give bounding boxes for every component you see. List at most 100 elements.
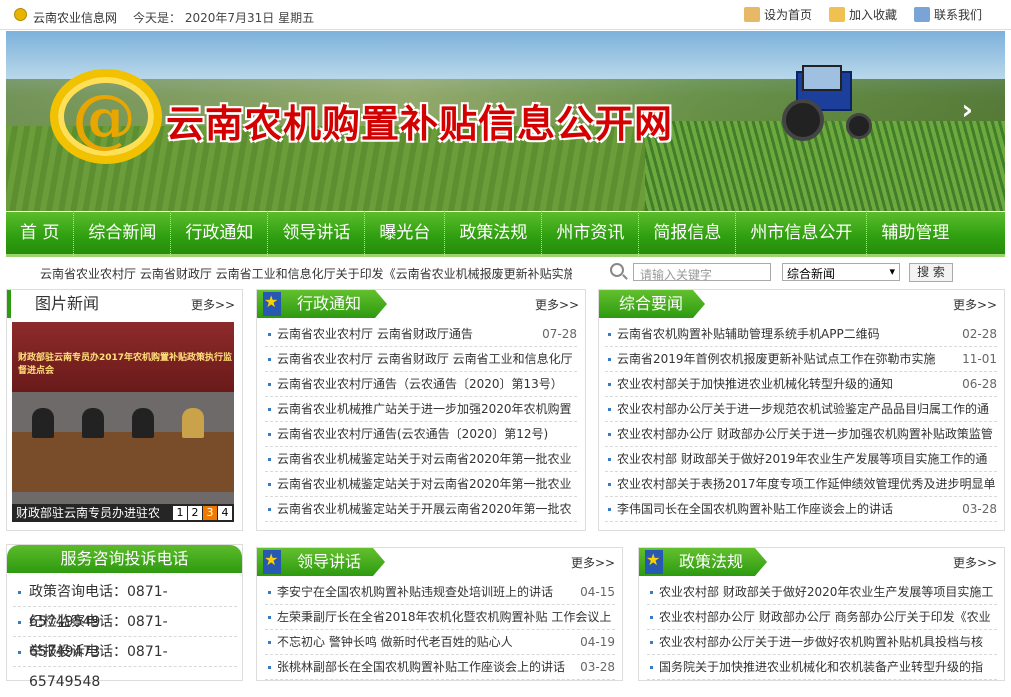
list-item[interactable]: 云南省2019年首例农机报废更新补贴试点工作在弥勒市实施 11-01 — [605, 347, 997, 372]
nav-exposure[interactable]: 曝光台 — [365, 210, 446, 256]
list-item[interactable]: 农业农村部 财政部关于做好2019年农业生产发展等项目实施工作的通 — [605, 447, 997, 472]
list-item[interactable]: 不忘初心 警钟长鸣 做新时代老百姓的贴心人 04-19 — [265, 630, 615, 655]
list-item-title[interactable]: 国务院关于加快推进农业机械化和农机装备产业转型升级的指 — [659, 660, 983, 674]
photo-page-4[interactable]: 4 — [218, 506, 232, 520]
list-item[interactable]: 云南省农机购置补贴辅助管理系统手机APP二维码 02-28 — [605, 322, 997, 347]
news-ticker[interactable]: 云南省农业农村厅 云南省财政厅 云南省工业和信息化厅关于印发《云南省农业机械报废… — [40, 265, 572, 282]
list-item-title[interactable]: 农业农村部办公厅关于进一步做好农机购置补贴机具投档与核 — [659, 635, 983, 649]
leader-speech-more-link[interactable]: 更多>> — [571, 554, 615, 571]
banner-next-icon[interactable]: › — [961, 93, 973, 126]
star-badge-icon — [263, 550, 281, 574]
list-item-date: 03-28 — [958, 497, 997, 521]
list-item[interactable]: 云南省农业农村厅通告(云农通告〔2020〕第12号) — [265, 422, 577, 447]
search-input[interactable]: 请输入关键字 — [633, 263, 771, 282]
list-item[interactable]: 农业农村部办公厅 财政部办公厅关于进一步加强农机购置补贴政策监管 — [605, 422, 997, 447]
contact-icon — [914, 7, 930, 22]
photo-news-image[interactable]: 财政部驻云南专员办2017年农机购置补贴政策执行监督进点会 财政部驻云南专员办进… — [12, 322, 234, 522]
list-item-title[interactable]: 李安宁在全国农机购置补贴违规查处培训班上的讲话 — [277, 585, 553, 599]
list-item-title[interactable]: 农业农村部办公厅 财政部办公厅关于进一步加强农机购置补贴政策监管 — [617, 427, 993, 441]
list-item-title[interactable]: 云南省农业机械推广站关于进一步加强2020年农机购置 — [277, 402, 572, 416]
list-item-title[interactable]: 云南省农业农村厅通告(云农通告〔2020〕第12号) — [277, 427, 548, 441]
nav-policy[interactable]: 政策法规 — [445, 210, 543, 256]
policy-more-link[interactable]: 更多>> — [953, 554, 997, 571]
general-news-panel: 综合要闻 更多>> 云南省农机购置补贴辅助管理系统手机APP二维码 02-28 云南… — [598, 289, 1005, 531]
nav-admin-notice[interactable]: 行政通知 — [171, 210, 269, 256]
service-panel: 服务咨询投诉电话 政策咨询电话：0871-65749549 纪检监察电话：087… — [6, 544, 243, 690]
policy-consult-phone: 政策咨询电话：0871-65749549 — [13, 577, 237, 630]
list-item-title[interactable]: 农业农村部 财政部关于做好2020年农业生产发展等项目实施工 — [659, 585, 993, 599]
nav-prefecture-disclosure[interactable]: 州市信息公开 — [736, 210, 868, 256]
list-item[interactable]: 农业农村部关于加快推进农业机械化转型升级的通知 06-28 — [605, 372, 997, 397]
list-item-date: 03-28 — [576, 655, 615, 679]
general-news-list: 云南省农机购置补贴辅助管理系统手机APP二维码 02-28 云南省2019年首例农机… — [605, 322, 997, 522]
list-item-title[interactable]: 不忘初心 警钟长鸣 做新时代老百姓的贴心人 — [277, 635, 513, 649]
list-item[interactable]: 云南省农业机械鉴定站关于对云南省2020年第一批农业 — [265, 472, 577, 497]
nav-prefecture-news[interactable]: 州市资讯 — [542, 210, 640, 256]
admin-notice-panel: 行政通知 更多>> 云南省农业农村厅 云南省财政厅通告07-28云南省农业农村厅… — [256, 289, 586, 531]
leader-speech-panel: 领导讲话 更多>> 李安宁在全国农机购置补贴违规查处培训班上的讲话 04-15 左荣… — [256, 547, 623, 681]
photo-page-2[interactable]: 2 — [188, 506, 202, 520]
list-item-title[interactable]: 农业农村部关于表扬2017年度专项工作延伸绩效管理优秀及进步明显单 — [617, 477, 996, 491]
list-item-title[interactable]: 云南省农业机械鉴定站关于开展云南省2020年第一批农 — [277, 502, 572, 516]
list-item-title[interactable]: 农业农村部办公厅关于进一步规范农机试验鉴定产品品目归属工作的通 — [617, 402, 989, 416]
list-item[interactable]: 云南省农业农村厅 云南省财政厅通告 07-28 — [265, 322, 577, 347]
list-item-title[interactable]: 云南省2019年首例农机报废更新补贴试点工作在弥勒市实施 — [617, 352, 936, 366]
general-news-more-link[interactable]: 更多>> — [953, 296, 997, 313]
list-item[interactable]: 农业农村部关于表扬2017年度专项工作延伸绩效管理优秀及进步明显单 — [605, 472, 997, 497]
list-item[interactable]: 国务院关于加快推进农业机械化和农机装备产业转型升级的指 — [647, 655, 997, 680]
nav-general-news[interactable]: 综合新闻 — [74, 210, 172, 256]
photo-page-3[interactable]: 3 — [203, 506, 217, 520]
admin-notice-more-link[interactable]: 更多>> — [535, 296, 579, 313]
set-homepage-link[interactable]: 设为首页 — [744, 6, 812, 23]
list-item[interactable]: 李安宁在全国农机购置补贴违规查处培训班上的讲话 04-15 — [265, 580, 615, 605]
star-badge-icon — [263, 292, 281, 316]
list-item-date: 06-28 — [958, 372, 997, 396]
list-item[interactable]: 农业农村部办公厅关于进一步规范农机试验鉴定产品品目归属工作的通 — [605, 397, 997, 422]
list-item-title[interactable]: 张桃林副部长在全国农机购置补贴工作座谈会上的讲话 — [277, 660, 565, 674]
list-item-title[interactable]: 云南省农业农村厅通告（云农通告〔2020〕第13号） — [277, 377, 563, 391]
site-logo-icon — [14, 8, 27, 21]
policy-panel: 政策法规 更多>> 农业农村部 财政部关于做好2020年农业生产发展等项目实施工… — [638, 547, 1005, 681]
list-item[interactable]: 张桃林副部长在全国农机购置补贴工作座谈会上的讲话 03-28 — [265, 655, 615, 680]
list-item-date: 11-01 — [958, 347, 997, 371]
general-news-title-text: 综合要闻 — [619, 294, 684, 313]
photo-page-1[interactable]: 1 — [173, 506, 187, 520]
photo-pager: 1 2 3 4 — [172, 506, 232, 520]
search-category-select[interactable]: 综合新闻 — [782, 263, 900, 281]
list-item-title[interactable]: 云南省农业机械鉴定站关于对云南省2020年第一批农业 — [277, 477, 572, 491]
add-favorite-label: 加入收藏 — [849, 8, 898, 22]
list-item[interactable]: 云南省农业机械鉴定站关于对云南省2020年第一批农业 — [265, 447, 577, 472]
admin-notice-list: 云南省农业农村厅 云南省财政厅通告 07-28 云南省农业农村厅 云南省财政厅 云南… — [265, 322, 577, 522]
list-item[interactable]: 左荣秉副厅长在全省2018年农机化暨农机购置补贴 工作会议上 — [265, 605, 615, 630]
list-item[interactable]: 云南省农业机械推广站关于进一步加强2020年农机购置 — [265, 397, 577, 422]
list-item-title[interactable]: 农业农村部关于加快推进农业机械化转型升级的通知 — [617, 377, 893, 391]
list-item-title[interactable]: 农业农村部 财政部关于做好2019年农业生产发展等项目实施工作的通 — [617, 452, 987, 466]
search-button[interactable]: 搜 索 — [909, 263, 953, 282]
list-item-date: 07-28 — [538, 322, 577, 346]
list-item-title[interactable]: 云南省农业农村厅 云南省财政厅通告 — [277, 327, 473, 341]
list-item-title[interactable]: 云南省农机购置补贴辅助管理系统手机APP二维码 — [617, 327, 880, 341]
nav-home[interactable]: 首 页 — [6, 210, 75, 256]
photo-news-more-link[interactable]: 更多>> — [191, 296, 235, 313]
contact-us-link[interactable]: 联系我们 — [914, 6, 982, 23]
list-item[interactable]: 李伟国司长在全国农机购置补贴工作座谈会上的讲话 03-28 — [605, 497, 997, 522]
list-item-title[interactable]: 李伟国司长在全国农机购置补贴工作座谈会上的讲话 — [617, 502, 893, 516]
list-item-title[interactable]: 云南省农业农村厅 云南省财政厅 云南省工业和信息化厅 — [277, 352, 573, 366]
list-item-title[interactable]: 云南省农业机械鉴定站关于对云南省2020年第一批农业 — [277, 452, 572, 466]
list-item-title[interactable]: 左荣秉副厅长在全省2018年农机化暨农机购置补贴 工作会议上 — [277, 610, 611, 624]
star-badge-icon — [645, 550, 663, 574]
add-favorite-link[interactable]: 加入收藏 — [829, 6, 897, 23]
list-item-title[interactable]: 农业农村部办公厅 财政部办公厅 商务部办公厅关于印发《农业 — [659, 610, 991, 624]
list-item[interactable]: 云南省农业农村厅通告（云农通告〔2020〕第13号） — [265, 372, 577, 397]
nav-leader-speech[interactable]: 领导讲话 — [268, 210, 366, 256]
nav-aux-management[interactable]: 辅助管理 — [867, 211, 963, 256]
home-icon — [744, 7, 760, 22]
report-complaint-phone: 举报投诉电话：0871-65749548 — [13, 637, 237, 690]
list-item[interactable]: 农业农村部办公厅关于进一步做好农机购置补贴机具投档与核 — [647, 630, 997, 655]
site-name-link[interactable]: 云南农业信息网 — [33, 9, 117, 26]
list-item[interactable]: 云南省农业机械鉴定站关于开展云南省2020年第一批农 — [265, 497, 577, 522]
list-item[interactable]: 云南省农业农村厅 云南省财政厅 云南省工业和信息化厅 — [265, 347, 577, 372]
list-item[interactable]: 农业农村部办公厅 财政部办公厅 商务部办公厅关于印发《农业 — [647, 605, 997, 630]
nav-bulletin[interactable]: 简报信息 — [639, 210, 737, 256]
list-item[interactable]: 农业农村部 财政部关于做好2020年农业生产发展等项目实施工 — [647, 580, 997, 605]
